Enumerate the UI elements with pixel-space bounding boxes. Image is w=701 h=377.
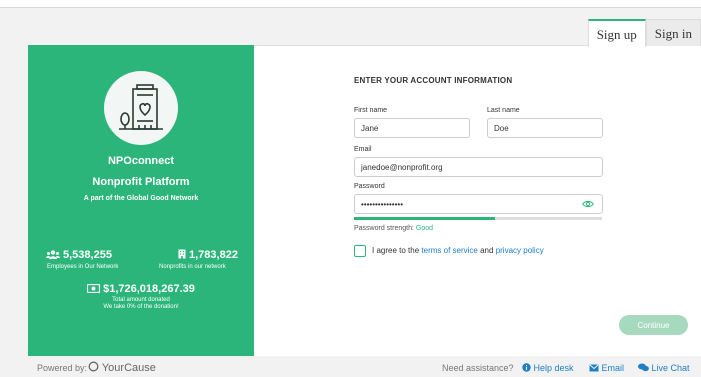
signup-form: ENTER YOUR ACCOUNT INFORMATION First nam… [254, 45, 701, 356]
help-desk-link[interactable]: Help desk [522, 363, 574, 373]
building-icon [178, 249, 186, 259]
eye-icon[interactable] [582, 200, 594, 208]
agree-checkbox[interactable] [354, 245, 366, 257]
email-label: Email [354, 146, 372, 153]
employees-label: Employees in Our Network [47, 264, 119, 270]
privacy-policy-link[interactable]: privacy policy [496, 246, 544, 255]
last-name-input[interactable] [487, 118, 603, 138]
nonprofits-stat: 1,783,822 [178, 249, 238, 261]
yourcause-ring-icon [88, 361, 99, 372]
yourcause-logo: YourCause [88, 361, 156, 374]
tab-sign-in[interactable]: Sign in [645, 19, 701, 46]
auth-tabs: Sign up Sign in [587, 19, 701, 47]
password-strength-text: Password strength: Good [354, 225, 433, 232]
org-subtitle: Nonprofit Platform [92, 176, 190, 188]
money-bill-icon [87, 284, 101, 293]
password-strength-fill [354, 217, 496, 220]
tab-sign-up[interactable]: Sign up [587, 19, 646, 47]
org-name: NPOconnect [107, 155, 174, 167]
powered-by-label: Powered by: [37, 363, 88, 373]
continue-button[interactable]: Continue [619, 315, 688, 335]
password-input[interactable] [354, 194, 603, 214]
need-assistance-label: Need assistance? [442, 363, 514, 373]
terms-of-service-link[interactable]: terms of service [421, 246, 477, 255]
password-label: Password [354, 183, 385, 190]
email-input[interactable] [354, 157, 603, 177]
live-chat-link[interactable]: Live Chat [638, 363, 690, 373]
users-icon [46, 250, 60, 259]
building-heart-icon [104, 71, 178, 145]
form-title: ENTER YOUR ACCOUNT INFORMATION [354, 76, 513, 85]
donated-stat: $1,726,018,267.39 [28, 283, 254, 295]
password-strength-bar [354, 217, 602, 220]
chat-icon [638, 363, 649, 372]
org-network: A part of the Global Good Network [83, 195, 199, 202]
donated-label: Total amount donated [112, 297, 170, 303]
email-link[interactable]: Email [589, 363, 624, 373]
first-name-label: First name [354, 107, 388, 114]
nonprofits-label: Nonprofits in our network [159, 264, 226, 270]
last-name-label: Last name [487, 107, 520, 114]
donation-note: We take 0% of the donation! [103, 304, 179, 310]
password-strength-value: Good [415, 225, 433, 232]
employees-stat: 5,538,255 [46, 249, 112, 261]
agree-text: I agree to the terms of service and priv… [372, 246, 544, 255]
top-bar [0, 0, 701, 8]
envelope-icon [589, 364, 599, 372]
info-circle-icon [522, 363, 531, 372]
first-name-input[interactable] [354, 118, 470, 138]
footer: Powered by: YourCause Need assistance? H… [0, 356, 701, 377]
brand-panel: NPOconnect Nonprofit Platform A part of … [28, 45, 254, 356]
